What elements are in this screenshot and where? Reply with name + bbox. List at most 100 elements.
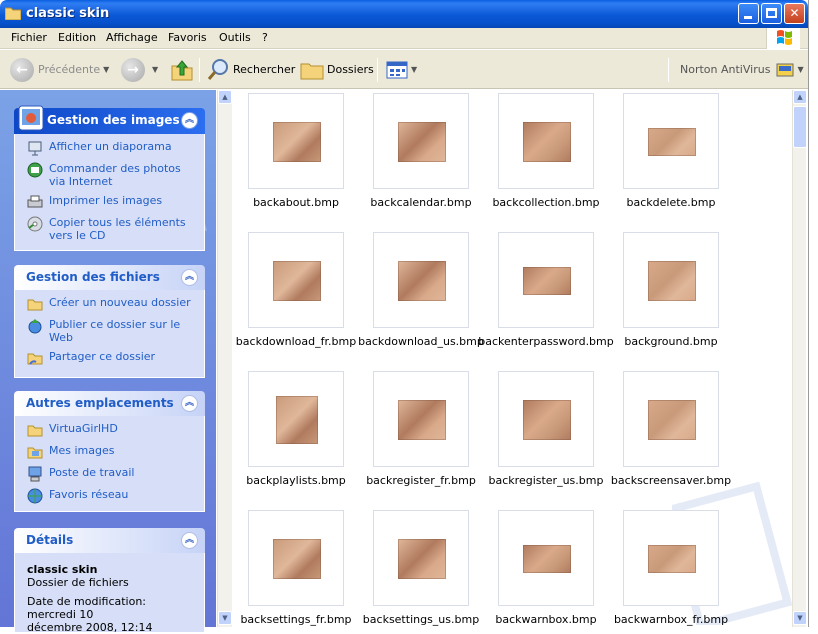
forward-button[interactable]: → ▼ bbox=[121, 56, 158, 83]
up-folder-button[interactable] bbox=[170, 56, 194, 83]
norton-antivirus-button[interactable]: Norton AntiVirus ▼ bbox=[680, 56, 804, 83]
images-tasks-panel: Gestion des images ︽ Afficher un diapora… bbox=[14, 105, 205, 251]
search-button[interactable]: Rechercher bbox=[206, 56, 295, 83]
windows-logo bbox=[766, 28, 800, 49]
thumbnail-frame bbox=[498, 93, 594, 189]
file-name: backregister_fr.bmp bbox=[366, 474, 476, 487]
thumbnail-frame bbox=[498, 510, 594, 606]
place-virtuagirlhd[interactable]: VirtuaGirlHD bbox=[27, 422, 196, 438]
file-name: backdelete.bmp bbox=[626, 196, 716, 209]
task-share-folder[interactable]: Partager ce dossier bbox=[27, 350, 196, 366]
collapse-icon[interactable]: ︽ bbox=[181, 395, 198, 412]
thumbnail-image bbox=[398, 261, 446, 301]
place-label: Poste de travail bbox=[49, 466, 135, 479]
menu-favorites[interactable]: Favoris bbox=[168, 31, 207, 44]
views-button[interactable]: ▼ bbox=[386, 56, 417, 83]
background-window-edge bbox=[808, 0, 818, 627]
menu-view[interactable]: Affichage bbox=[106, 31, 158, 44]
scroll-up-icon[interactable]: ▲ bbox=[218, 90, 232, 104]
maximize-icon bbox=[766, 8, 777, 18]
thumbnail-frame bbox=[248, 371, 344, 467]
back-button[interactable]: ← Précédente ▼ bbox=[10, 56, 109, 83]
details-panel-body: classic skin Dossier de fichiers Date de… bbox=[14, 553, 205, 634]
thumbnail-view: backabout.bmp backcalendar.bmp backcollect… bbox=[232, 90, 792, 627]
back-arrow-icon: ← bbox=[10, 57, 34, 82]
collapse-icon[interactable]: ︽ bbox=[181, 269, 198, 286]
task-label: Imprimer les images bbox=[49, 194, 163, 207]
thumbnail-frame bbox=[623, 232, 719, 328]
thumbnail-image bbox=[523, 122, 571, 162]
details-panel-title: Détails bbox=[26, 533, 74, 547]
task-label: Copier tous les éléments vers le CD bbox=[49, 216, 186, 242]
toolbar: ← Précédente ▼ → ▼ Rechercher Dossiers ▼… bbox=[0, 50, 808, 89]
file-name: backcollection.bmp bbox=[492, 196, 600, 209]
thumbnail-image bbox=[523, 267, 571, 295]
thumbnail-image bbox=[398, 122, 446, 162]
place-my-pictures[interactable]: Mes images bbox=[27, 444, 196, 460]
task-pane: Gestion des images ︽ Afficher un diapora… bbox=[0, 90, 216, 634]
menu-help[interactable]: ? bbox=[262, 31, 268, 44]
task-print-images[interactable]: Imprimer les images bbox=[27, 194, 196, 210]
taskpane-scrollbar[interactable]: ▲ ▼ bbox=[217, 90, 232, 627]
files-panel-title: Gestion des fichiers bbox=[26, 270, 160, 284]
maximize-button[interactable] bbox=[761, 3, 782, 24]
thumbnail-image bbox=[273, 122, 321, 162]
collapse-icon[interactable]: ︽ bbox=[181, 112, 198, 129]
minimize-button[interactable] bbox=[738, 3, 759, 24]
thumbnail-frame bbox=[498, 232, 594, 328]
toolbar-separator bbox=[668, 58, 669, 82]
scrollbar-thumb[interactable] bbox=[793, 106, 807, 148]
file-name: backwarnbox_fr.bmp bbox=[613, 613, 729, 626]
files-panel-header[interactable]: Gestion des fichiers ︽ bbox=[14, 265, 205, 290]
close-icon: ✕ bbox=[789, 6, 800, 20]
place-label: Favoris réseau bbox=[49, 488, 129, 501]
places-panel-header[interactable]: Autres emplacements ︽ bbox=[14, 391, 205, 416]
task-slideshow[interactable]: Afficher un diaporama bbox=[27, 140, 196, 156]
close-button[interactable]: ✕ bbox=[784, 3, 805, 24]
menu-file[interactable]: Fichier bbox=[11, 31, 47, 44]
collapse-icon[interactable]: ︽ bbox=[181, 532, 198, 549]
title-bar[interactable]: classic skin ✕ bbox=[0, 0, 808, 28]
scroll-down-icon[interactable]: ▼ bbox=[793, 611, 807, 625]
task-new-folder[interactable]: Créer un nouveau dossier bbox=[27, 296, 196, 312]
menu-tools[interactable]: Outils bbox=[219, 31, 251, 44]
thumbnail-image bbox=[648, 261, 696, 301]
thumbnail-frame bbox=[373, 371, 469, 467]
share-folder-icon bbox=[27, 353, 43, 365]
chevron-down-icon: ▼ bbox=[797, 65, 804, 74]
folders-icon bbox=[300, 63, 324, 79]
toolbar-separator bbox=[199, 58, 200, 82]
thumbnail-image bbox=[398, 400, 446, 440]
details-panel-header[interactable]: Détails ︽ bbox=[14, 528, 205, 553]
details-modified-line1: Date de modification: mercredi 10 bbox=[27, 595, 147, 621]
thumbnail-frame bbox=[248, 93, 344, 189]
views-icon bbox=[386, 61, 408, 78]
place-label: Mes images bbox=[49, 444, 115, 457]
file-name: backwarnbox.bmp bbox=[495, 613, 597, 626]
my-pictures-icon bbox=[27, 447, 43, 459]
menu-edit[interactable]: Edition bbox=[58, 31, 96, 44]
content-scrollbar[interactable]: ▲ ▼ bbox=[792, 90, 807, 627]
chevron-down-icon: ▼ bbox=[152, 65, 159, 74]
images-panel-header[interactable]: Gestion des images ︽ bbox=[14, 105, 205, 134]
thumbnail-frame bbox=[373, 232, 469, 328]
task-publish-web[interactable]: Publier ce dossier sur le Web bbox=[27, 318, 196, 344]
scroll-up-icon[interactable]: ▲ bbox=[793, 90, 807, 104]
publish-web-icon bbox=[28, 319, 42, 334]
task-label: Afficher un diaporama bbox=[49, 140, 172, 153]
file-name: background.bmp bbox=[624, 335, 718, 348]
folders-button[interactable]: Dossiers bbox=[300, 56, 374, 83]
task-copy-to-cd[interactable]: Copier tous les éléments vers le CD bbox=[27, 216, 196, 242]
file-name: backdownload_us.bmp bbox=[358, 335, 484, 348]
order-photos-icon bbox=[27, 162, 43, 178]
place-my-computer[interactable]: Poste de travail bbox=[27, 466, 196, 482]
file-tasks-panel: Gestion des fichiers ︽ Créer un nouveau … bbox=[14, 265, 205, 378]
place-network[interactable]: Favoris réseau bbox=[27, 488, 196, 504]
file-name: backsettings_us.bmp bbox=[362, 613, 480, 626]
thumbnail-image bbox=[273, 539, 321, 579]
task-order-photos[interactable]: Commander des photos via Internet bbox=[27, 162, 196, 188]
images-panel-title: Gestion des images bbox=[47, 113, 180, 127]
chevron-down-icon: ▼ bbox=[411, 65, 418, 74]
picture-tasks-icon bbox=[18, 105, 44, 131]
back-label: Précédente bbox=[38, 63, 101, 76]
